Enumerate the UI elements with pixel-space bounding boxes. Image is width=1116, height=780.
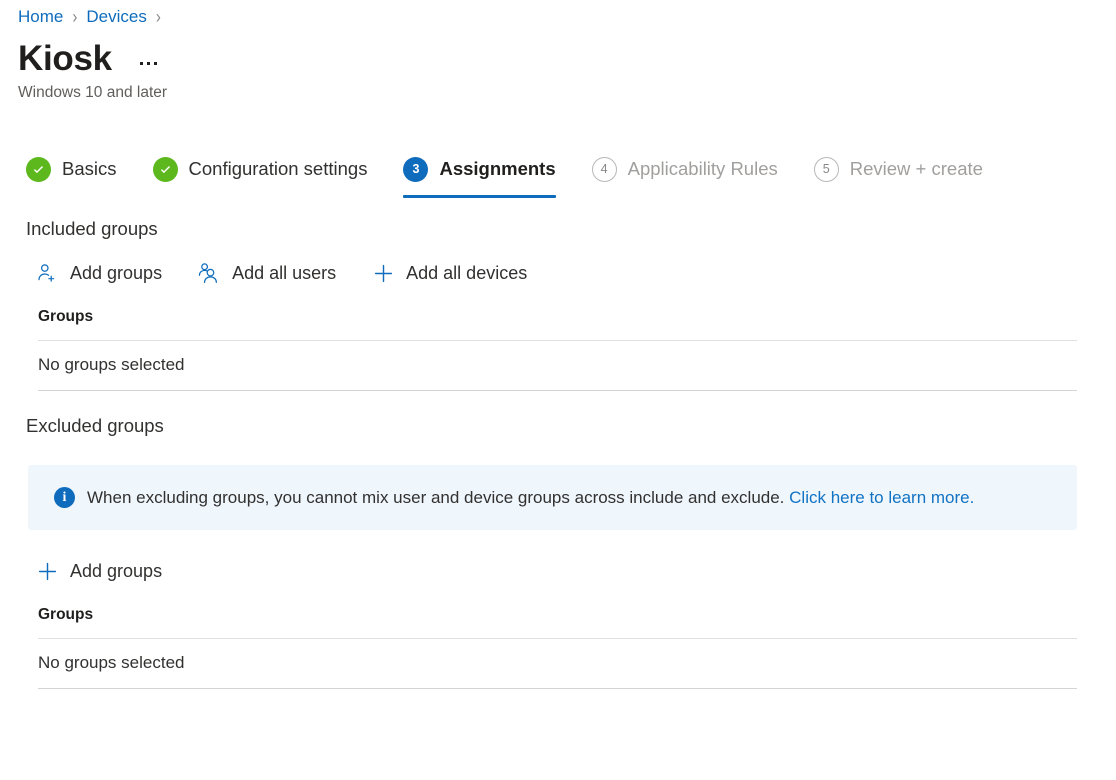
breadcrumb: Home › Devices ›: [0, 0, 1116, 30]
add-all-devices-label: Add all devices: [406, 263, 527, 284]
add-groups-button[interactable]: Add groups: [34, 257, 162, 289]
table-row-empty: No groups selected: [38, 341, 1077, 391]
tab-basics-label: Basics: [62, 158, 117, 180]
excluded-groups-toolbar: Add groups: [0, 554, 1116, 588]
plus-icon: [34, 558, 60, 584]
breadcrumb-chevron-icon: ›: [156, 8, 161, 27]
page-header: Kiosk: [0, 30, 1116, 80]
step-complete-check-icon: [26, 157, 51, 182]
ellipsis-dot-icon: [154, 62, 157, 65]
column-header-groups: Groups: [38, 308, 1077, 341]
step-complete-check-icon: [153, 157, 178, 182]
info-icon: i: [54, 487, 75, 508]
info-banner: i When excluding groups, you cannot mix …: [28, 465, 1077, 530]
tab-assignments-label: Assignments: [439, 158, 555, 180]
add-all-users-label: Add all users: [232, 263, 336, 284]
table-row-empty: No groups selected: [38, 639, 1077, 689]
learn-more-link[interactable]: Click here to learn more.: [789, 488, 974, 507]
ellipsis-dot-icon: [140, 62, 143, 65]
step-number-badge: 3: [403, 157, 428, 182]
people-icon: [196, 260, 222, 286]
info-banner-message: When excluding groups, you cannot mix us…: [87, 488, 784, 507]
tab-review-create-label: Review + create: [850, 158, 983, 180]
page-subtitle: Windows 10 and later: [0, 80, 1116, 102]
add-excluded-groups-button[interactable]: Add groups: [34, 555, 162, 587]
wizard-steps: Basics Configuration settings 3 Assignme…: [0, 146, 1116, 194]
ellipsis-dot-icon: [147, 62, 150, 65]
add-all-devices-button[interactable]: Add all devices: [370, 257, 527, 289]
tab-assignments[interactable]: 3 Assignments: [403, 146, 555, 194]
included-groups-toolbar: Add groups Add all users Add all devices: [0, 256, 1116, 290]
step-number-badge: 4: [592, 157, 617, 182]
info-banner-text: When excluding groups, you cannot mix us…: [87, 488, 974, 508]
included-groups-table: Groups No groups selected: [38, 308, 1077, 391]
breadcrumb-item-home[interactable]: Home: [18, 7, 63, 27]
tab-applicability-rules-label: Applicability Rules: [628, 158, 778, 180]
excluded-groups-heading: Excluded groups: [0, 415, 1116, 437]
excluded-groups-table: Groups No groups selected: [38, 606, 1077, 689]
breadcrumb-chevron-icon: ›: [72, 8, 77, 27]
more-actions-button[interactable]: [138, 58, 159, 69]
included-groups-heading: Included groups: [0, 218, 1116, 240]
tab-configuration-settings[interactable]: Configuration settings: [153, 146, 368, 194]
page-title: Kiosk: [18, 38, 112, 80]
column-header-groups: Groups: [38, 606, 1077, 639]
breadcrumb-item-devices[interactable]: Devices: [86, 7, 146, 27]
person-add-icon: [34, 260, 60, 286]
plus-icon: [370, 260, 396, 286]
add-excluded-groups-label: Add groups: [70, 561, 162, 582]
active-tab-indicator: [403, 195, 555, 198]
tab-basics[interactable]: Basics: [26, 146, 117, 194]
add-groups-label: Add groups: [70, 263, 162, 284]
step-number-badge: 5: [814, 157, 839, 182]
add-all-users-button[interactable]: Add all users: [196, 257, 336, 289]
tab-applicability-rules[interactable]: 4 Applicability Rules: [592, 146, 778, 194]
tab-configuration-settings-label: Configuration settings: [189, 158, 368, 180]
tab-review-create[interactable]: 5 Review + create: [814, 146, 983, 194]
